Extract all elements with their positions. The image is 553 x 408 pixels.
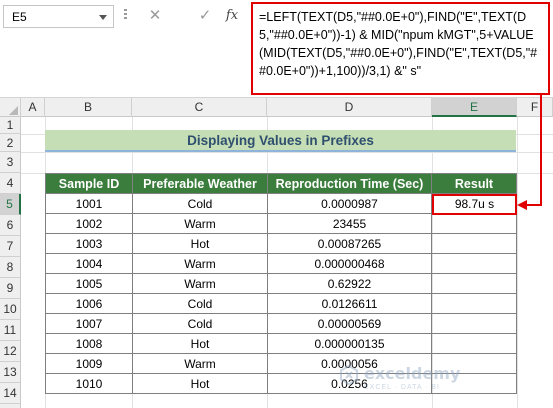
name-box-value: E5 bbox=[12, 10, 27, 24]
column-header-b[interactable]: B bbox=[45, 98, 132, 117]
formula-tools: ✕ ✓ fx bbox=[137, 5, 249, 28]
row-header-14[interactable]: 14 bbox=[0, 383, 21, 404]
table-row: 1008 Hot 0.000000135 bbox=[45, 333, 517, 354]
table-row: 1006 Cold 0.0126611 bbox=[45, 293, 517, 314]
row-header-5[interactable]: 5 bbox=[0, 194, 21, 215]
cell-sample-id[interactable]: 1004 bbox=[45, 253, 133, 274]
active-cell-value: 98.7u s bbox=[454, 197, 495, 211]
watermark-tagline: EXCEL · DATA · BI bbox=[364, 384, 440, 391]
cell-result[interactable] bbox=[431, 213, 517, 234]
cell-weather[interactable]: Cold bbox=[132, 193, 268, 214]
column-header-f[interactable]: F bbox=[517, 98, 553, 117]
table-row: 1003 Hot 0.00087265 bbox=[45, 233, 517, 254]
row-header-2[interactable]: 2 bbox=[0, 134, 21, 152]
cell-weather[interactable]: Cold bbox=[132, 313, 268, 334]
cell-sample-id[interactable]: 1001 bbox=[45, 193, 133, 214]
table-row: 1005 Warm 0.62922 bbox=[45, 273, 517, 294]
header-preferable-weather[interactable]: Preferable Weather bbox=[132, 173, 268, 194]
row-header-6[interactable]: 6 bbox=[0, 215, 21, 236]
column-header-c[interactable]: C bbox=[132, 98, 267, 117]
cell-sample-id[interactable]: 1006 bbox=[45, 293, 133, 314]
header-reproduction-time[interactable]: Reproduction Time (Sec) bbox=[267, 173, 432, 194]
header-sample-id[interactable]: Sample ID bbox=[45, 173, 133, 194]
row-header-3[interactable]: 3 bbox=[0, 152, 21, 173]
cell-time[interactable]: 0.000000135 bbox=[267, 333, 432, 354]
cell-result[interactable] bbox=[431, 293, 517, 314]
cell-time[interactable]: 0.000000468 bbox=[267, 253, 432, 274]
cell-weather[interactable]: Cold bbox=[132, 293, 268, 314]
cell-sample-id[interactable]: 1002 bbox=[45, 213, 133, 234]
cell-weather[interactable]: Hot bbox=[132, 333, 268, 354]
cell-weather[interactable]: Warm bbox=[132, 273, 268, 294]
row-header-7[interactable]: 7 bbox=[0, 236, 21, 257]
cell-sample-id[interactable]: 1008 bbox=[45, 333, 133, 354]
exceldemy-logo-icon bbox=[340, 364, 358, 386]
row-header-10[interactable]: 10 bbox=[0, 299, 21, 320]
name-box[interactable]: E5 bbox=[3, 5, 114, 28]
cell-sample-id[interactable]: 1005 bbox=[45, 273, 133, 294]
row-header-13[interactable]: 13 bbox=[0, 362, 21, 383]
column-headers: A B C D E F bbox=[0, 98, 553, 117]
cell-result[interactable] bbox=[431, 313, 517, 334]
cell-time[interactable]: 0.0126611 bbox=[267, 293, 432, 314]
table-row: 1007 Cold 0.00000569 bbox=[45, 313, 517, 334]
row-header-9[interactable]: 9 bbox=[0, 278, 21, 299]
cell-weather[interactable]: Warm bbox=[132, 353, 268, 374]
cell-time[interactable]: 23455 bbox=[267, 213, 432, 234]
column-header-d[interactable]: D bbox=[267, 98, 432, 117]
drag-handle-icon[interactable] bbox=[124, 9, 127, 23]
cell-time[interactable]: 0.62922 bbox=[267, 273, 432, 294]
table-row: 1002 Warm 23455 bbox=[45, 213, 517, 234]
select-all-button[interactable] bbox=[0, 98, 21, 117]
cell-result[interactable] bbox=[431, 233, 517, 254]
cell-sample-id[interactable]: 1009 bbox=[45, 353, 133, 374]
cell-result[interactable] bbox=[431, 253, 517, 274]
formula-text: =LEFT(TEXT(D5,"##0.0E+0"),FIND("E",TEXT(… bbox=[259, 10, 538, 78]
cell-time[interactable]: 0.00087265 bbox=[267, 233, 432, 254]
check-icon[interactable]: ✓ bbox=[195, 7, 215, 25]
cell-weather[interactable]: Warm bbox=[132, 213, 268, 234]
cell-sample-id[interactable]: 1010 bbox=[45, 373, 133, 394]
row-header-4[interactable]: 4 bbox=[0, 173, 21, 194]
watermark-name: exceldemy bbox=[364, 364, 461, 383]
cell-weather[interactable]: Hot bbox=[132, 373, 268, 394]
cell-weather[interactable]: Hot bbox=[132, 233, 268, 254]
arrow-left-icon bbox=[517, 200, 527, 210]
row-header-12[interactable]: 12 bbox=[0, 341, 21, 362]
annotation-arrow-line bbox=[526, 204, 542, 206]
cell-result[interactable] bbox=[431, 333, 517, 354]
cell-time[interactable]: 0.00000569 bbox=[267, 313, 432, 334]
cell-sample-id[interactable]: 1007 bbox=[45, 313, 133, 334]
column-header-e[interactable]: E bbox=[432, 98, 517, 117]
watermark: exceldemy EXCEL · DATA · BI bbox=[338, 360, 488, 400]
header-result[interactable]: Result bbox=[431, 173, 517, 194]
formula-bar: E5 ✕ ✓ fx =LEFT(TEXT(D5,"##0.0E+0"),FIND… bbox=[0, 0, 553, 98]
active-cell-e5[interactable]: 98.7u s bbox=[432, 194, 517, 215]
annotation-arrow-line bbox=[540, 95, 542, 206]
table-header-row: Sample ID Preferable Weather Reproductio… bbox=[45, 173, 517, 194]
cell-result[interactable] bbox=[431, 273, 517, 294]
insert-function-button[interactable]: fx bbox=[222, 7, 242, 25]
row-header-15[interactable]: 15 bbox=[0, 404, 21, 408]
formula-input[interactable]: =LEFT(TEXT(D5,"##0.0E+0"),FIND("E",TEXT(… bbox=[251, 2, 550, 95]
cell-weather[interactable]: Warm bbox=[132, 253, 268, 274]
cancel-icon[interactable]: ✕ bbox=[145, 7, 165, 25]
chevron-down-icon[interactable] bbox=[99, 15, 107, 20]
row-header-8[interactable]: 8 bbox=[0, 257, 21, 278]
column-header-a[interactable]: A bbox=[21, 98, 45, 117]
sheet-title: Displaying Values in Prefixes bbox=[45, 130, 516, 152]
table-row: 1004 Warm 0.000000468 bbox=[45, 253, 517, 274]
row-header-11[interactable]: 11 bbox=[0, 320, 21, 341]
cell-time[interactable]: 0.0000987 bbox=[267, 193, 432, 214]
row-header-1[interactable]: 1 bbox=[0, 117, 21, 134]
cell-sample-id[interactable]: 1003 bbox=[45, 233, 133, 254]
